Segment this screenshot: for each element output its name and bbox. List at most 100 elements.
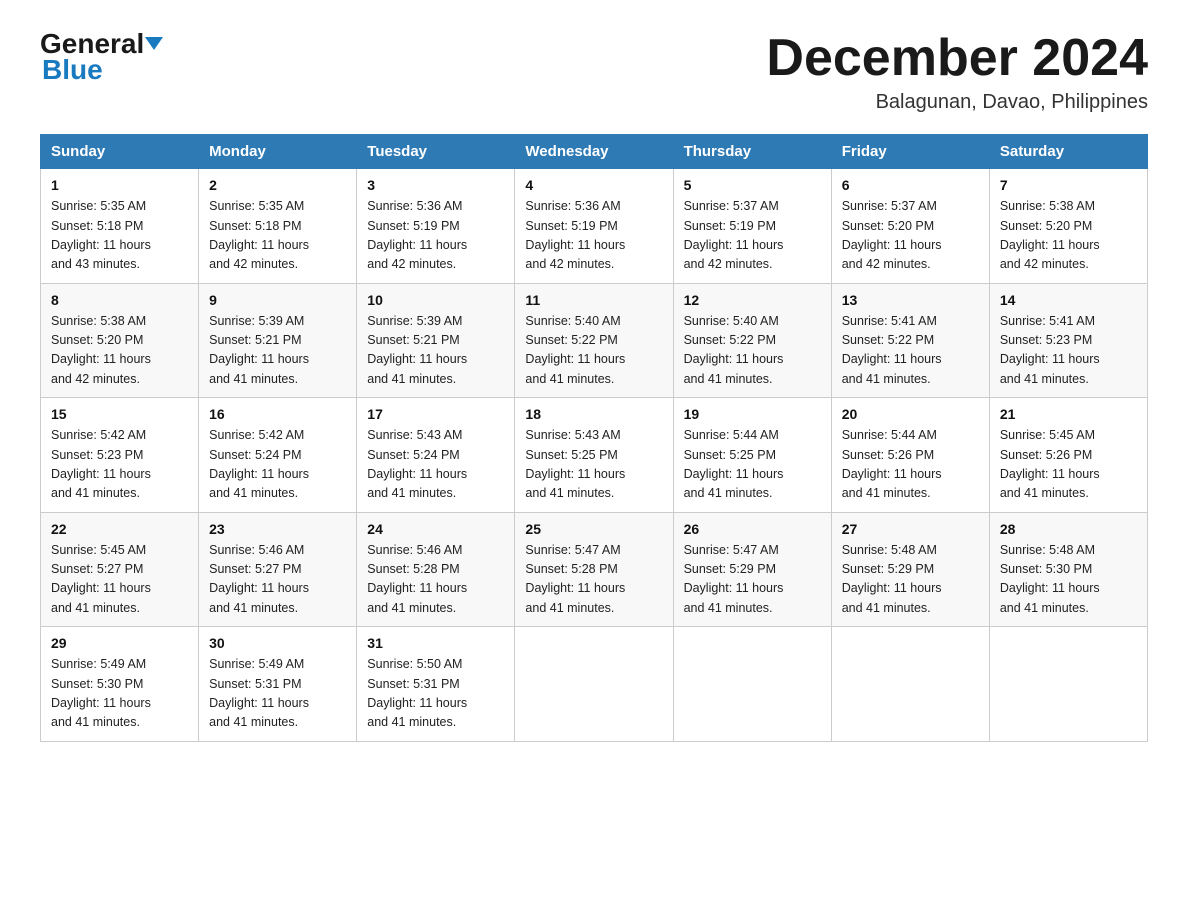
day-number: 20 [842,406,979,422]
week-row-3: 15Sunrise: 5:42 AMSunset: 5:23 PMDayligh… [41,398,1148,513]
day-info: Sunrise: 5:35 AMSunset: 5:18 PMDaylight:… [51,197,188,275]
day-number: 4 [525,177,662,193]
header-cell-wednesday: Wednesday [515,135,673,169]
day-info: Sunrise: 5:46 AMSunset: 5:27 PMDaylight:… [209,541,346,619]
day-info: Sunrise: 5:43 AMSunset: 5:24 PMDaylight:… [367,426,504,504]
day-info: Sunrise: 5:49 AMSunset: 5:30 PMDaylight:… [51,655,188,733]
calendar-cell: 13 Sunrise: 5:41 AMSunset: 5:22 PMDayligh… [831,283,989,398]
day-info: Sunrise: 5:41 AMSunset: 5:23 PMDaylight:… [1000,312,1137,390]
week-row-2: 8Sunrise: 5:38 AMSunset: 5:20 PMDaylight… [41,283,1148,398]
day-number: 30 [209,635,346,651]
day-number: 15 [51,406,188,422]
day-info: Sunrise: 5:47 AMSunset: 5:28 PMDaylight:… [525,541,662,619]
day-number: 13 [842,292,979,308]
day-info: Sunrise: 5:43 AMSunset: 5:25 PMDaylight:… [525,426,662,504]
calendar-cell: 15Sunrise: 5:42 AMSunset: 5:23 PMDayligh… [41,398,199,513]
logo-blue-text: Blue [40,54,103,86]
calendar-cell [989,627,1147,742]
day-number: 14 [1000,292,1137,308]
logo-triangle-icon [145,37,163,50]
calendar-cell: 10Sunrise: 5:39 AMSunset: 5:21 PMDayligh… [357,283,515,398]
calendar-cell: 4 Sunrise: 5:36 AMSunset: 5:19 PMDaylight… [515,169,673,284]
day-number: 10 [367,292,504,308]
week-row-4: 22 Sunrise: 5:45 AMSunset: 5:27 PMDayligh… [41,512,1148,627]
day-info: Sunrise: 5:49 AMSunset: 5:31 PMDaylight:… [209,655,346,733]
calendar-cell: 21Sunrise: 5:45 AMSunset: 5:26 PMDayligh… [989,398,1147,513]
title-area: December 2024 Balagunan, Davao, Philippi… [766,30,1148,114]
calendar-cell: 11 Sunrise: 5:40 AMSunset: 5:22 PMDayligh… [515,283,673,398]
day-number: 31 [367,635,504,651]
header-cell-sunday: Sunday [41,135,199,169]
location-subtitle: Balagunan, Davao, Philippines [766,91,1148,114]
month-title: December 2024 [766,30,1148,87]
day-info: Sunrise: 5:46 AMSunset: 5:28 PMDaylight:… [367,541,504,619]
day-number: 11 [525,292,662,308]
day-info: Sunrise: 5:48 AMSunset: 5:30 PMDaylight:… [1000,541,1137,619]
day-info: Sunrise: 5:48 AMSunset: 5:29 PMDaylight:… [842,541,979,619]
day-info: Sunrise: 5:38 AMSunset: 5:20 PMDaylight:… [1000,197,1137,275]
calendar-cell: 22 Sunrise: 5:45 AMSunset: 5:27 PMDayligh… [41,512,199,627]
calendar-cell: 27 Sunrise: 5:48 AMSunset: 5:29 PMDayligh… [831,512,989,627]
calendar-cell: 14 Sunrise: 5:41 AMSunset: 5:23 PMDayligh… [989,283,1147,398]
day-number: 26 [684,521,821,537]
calendar-cell: 23 Sunrise: 5:46 AMSunset: 5:27 PMDayligh… [199,512,357,627]
calendar-cell: 8Sunrise: 5:38 AMSunset: 5:20 PMDaylight… [41,283,199,398]
day-number: 7 [1000,177,1137,193]
calendar-cell: 5 Sunrise: 5:37 AMSunset: 5:19 PMDaylight… [673,169,831,284]
day-number: 6 [842,177,979,193]
calendar-cell [831,627,989,742]
calendar-cell: 17Sunrise: 5:43 AMSunset: 5:24 PMDayligh… [357,398,515,513]
day-info: Sunrise: 5:39 AMSunset: 5:21 PMDaylight:… [209,312,346,390]
calendar-cell: 2 Sunrise: 5:35 AMSunset: 5:18 PMDaylight… [199,169,357,284]
calendar-header: SundayMondayTuesdayWednesdayThursdayFrid… [41,135,1148,169]
calendar-cell: 28 Sunrise: 5:48 AMSunset: 5:30 PMDayligh… [989,512,1147,627]
day-info: Sunrise: 5:45 AMSunset: 5:27 PMDaylight:… [51,541,188,619]
day-number: 8 [51,292,188,308]
header-cell-tuesday: Tuesday [357,135,515,169]
header-cell-thursday: Thursday [673,135,831,169]
day-number: 9 [209,292,346,308]
day-info: Sunrise: 5:41 AMSunset: 5:22 PMDaylight:… [842,312,979,390]
header-cell-friday: Friday [831,135,989,169]
day-info: Sunrise: 5:40 AMSunset: 5:22 PMDaylight:… [684,312,821,390]
calendar-cell: 1 Sunrise: 5:35 AMSunset: 5:18 PMDaylight… [41,169,199,284]
day-number: 25 [525,521,662,537]
day-info: Sunrise: 5:44 AMSunset: 5:26 PMDaylight:… [842,426,979,504]
day-info: Sunrise: 5:40 AMSunset: 5:22 PMDaylight:… [525,312,662,390]
day-number: 28 [1000,521,1137,537]
day-number: 27 [842,521,979,537]
calendar-cell: 30 Sunrise: 5:49 AMSunset: 5:31 PMDayligh… [199,627,357,742]
day-number: 23 [209,521,346,537]
day-number: 21 [1000,406,1137,422]
page-header: General Blue December 2024 Balagunan, Da… [40,30,1148,114]
calendar-cell: 24 Sunrise: 5:46 AMSunset: 5:28 PMDayligh… [357,512,515,627]
header-cell-monday: Monday [199,135,357,169]
day-info: Sunrise: 5:35 AMSunset: 5:18 PMDaylight:… [209,197,346,275]
day-info: Sunrise: 5:50 AMSunset: 5:31 PMDaylight:… [367,655,504,733]
week-row-1: 1 Sunrise: 5:35 AMSunset: 5:18 PMDaylight… [41,169,1148,284]
header-row: SundayMondayTuesdayWednesdayThursdayFrid… [41,135,1148,169]
day-number: 16 [209,406,346,422]
calendar-cell [515,627,673,742]
day-number: 5 [684,177,821,193]
day-number: 2 [209,177,346,193]
day-number: 24 [367,521,504,537]
calendar-cell: 20 Sunrise: 5:44 AMSunset: 5:26 PMDayligh… [831,398,989,513]
day-number: 22 [51,521,188,537]
day-number: 3 [367,177,504,193]
calendar-cell: 25 Sunrise: 5:47 AMSunset: 5:28 PMDayligh… [515,512,673,627]
day-info: Sunrise: 5:47 AMSunset: 5:29 PMDaylight:… [684,541,821,619]
day-number: 18 [525,406,662,422]
day-info: Sunrise: 5:42 AMSunset: 5:24 PMDaylight:… [209,426,346,504]
day-number: 1 [51,177,188,193]
day-info: Sunrise: 5:44 AMSunset: 5:25 PMDaylight:… [684,426,821,504]
logo: General Blue [40,30,164,86]
calendar-cell: 29 Sunrise: 5:49 AMSunset: 5:30 PMDayligh… [41,627,199,742]
day-info: Sunrise: 5:37 AMSunset: 5:19 PMDaylight:… [684,197,821,275]
day-info: Sunrise: 5:37 AMSunset: 5:20 PMDaylight:… [842,197,979,275]
day-number: 29 [51,635,188,651]
day-info: Sunrise: 5:36 AMSunset: 5:19 PMDaylight:… [367,197,504,275]
calendar-cell [673,627,831,742]
calendar-body: 1 Sunrise: 5:35 AMSunset: 5:18 PMDaylight… [41,169,1148,742]
day-info: Sunrise: 5:36 AMSunset: 5:19 PMDaylight:… [525,197,662,275]
